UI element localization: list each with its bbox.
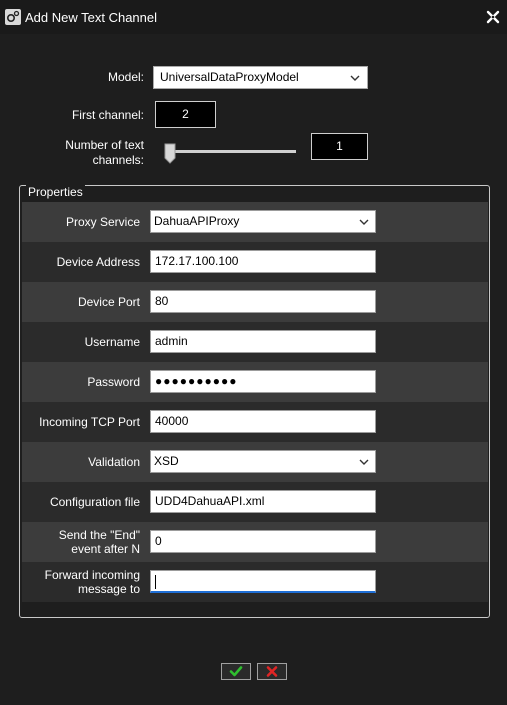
gear-icon	[5, 9, 21, 25]
title-bar: Add New Text Channel	[0, 0, 507, 34]
forward-incoming-label-line1: Forward incoming	[44, 568, 140, 582]
num-channels-label: Number of text channels:	[30, 138, 144, 168]
row-send-end-event: Send the "End" event after N 0	[22, 522, 488, 562]
send-end-event-label: Send the "End" event after N	[22, 522, 140, 562]
forward-incoming-label-line2: message to	[77, 582, 140, 596]
forward-incoming-input[interactable]	[150, 570, 376, 593]
validation-value: XSD	[154, 454, 179, 468]
row-configuration-file: Configuration file UDD4DahuaAPI.xml	[22, 482, 488, 522]
num-channels-label-line1: Number of text	[65, 138, 144, 152]
first-channel-label: First channel:	[71, 108, 144, 122]
window-title: Add New Text Channel	[25, 10, 158, 25]
configuration-file-input[interactable]: UDD4DahuaAPI.xml	[150, 490, 376, 513]
row-password: Password ●●●●●●●●●●	[22, 362, 488, 402]
num-channels-input[interactable]: 1	[311, 133, 368, 160]
device-port-label: Device Port	[77, 295, 140, 309]
password-label: Password	[87, 375, 140, 389]
password-input[interactable]: ●●●●●●●●●●	[150, 370, 376, 393]
device-address-label: Device Address	[56, 255, 140, 269]
validation-label: Validation	[88, 455, 140, 469]
ok-button[interactable]	[221, 663, 251, 680]
validation-select[interactable]: XSD	[150, 450, 376, 473]
text-caret	[155, 574, 156, 589]
row-incoming-tcp-port: Incoming TCP Port 40000	[22, 402, 488, 442]
chevron-down-icon	[359, 459, 369, 465]
chevron-down-icon	[350, 75, 360, 81]
incoming-tcp-port-input[interactable]: 40000	[150, 410, 376, 433]
configuration-file-label: Configuration file	[49, 495, 140, 509]
send-end-event-label-line1: Send the "End"	[58, 528, 140, 542]
row-device-port: Device Port 80	[22, 282, 488, 322]
chevron-down-icon	[359, 219, 369, 225]
row-validation: Validation XSD	[22, 442, 488, 482]
model-label: Model:	[107, 70, 144, 84]
proxy-service-label: Proxy Service	[65, 215, 140, 229]
model-select-value: UniversalDataProxyModel	[160, 70, 299, 84]
proxy-service-value: DahuaAPIProxy	[154, 214, 240, 228]
x-icon	[266, 666, 278, 677]
send-end-event-label-line2: event after N	[71, 542, 140, 556]
num-channels-slider-thumb[interactable]	[164, 143, 176, 164]
send-end-event-input[interactable]: 0	[150, 530, 376, 553]
device-port-input[interactable]: 80	[150, 290, 376, 313]
row-device-address: Device Address 172.17.100.100	[22, 242, 488, 282]
incoming-tcp-port-label: Incoming TCP Port	[39, 415, 140, 429]
row-proxy-service: Proxy Service DahuaAPIProxy	[22, 202, 488, 242]
row-username: Username admin	[22, 322, 488, 362]
model-select[interactable]: UniversalDataProxyModel	[153, 66, 368, 89]
username-label: Username	[84, 335, 140, 349]
num-channels-label-line2: channels:	[92, 153, 144, 167]
username-input[interactable]: admin	[150, 330, 376, 353]
first-channel-input[interactable]: 2	[155, 101, 216, 128]
checkmark-icon	[229, 666, 243, 677]
cancel-button[interactable]	[257, 663, 287, 680]
close-icon[interactable]	[485, 9, 501, 25]
forward-incoming-label: Forward incoming message to	[22, 562, 140, 602]
row-forward-incoming: Forward incoming message to	[22, 562, 488, 602]
num-channels-slider-track[interactable]	[170, 150, 296, 153]
properties-legend: Properties	[26, 185, 85, 199]
proxy-service-select[interactable]: DahuaAPIProxy	[150, 210, 376, 233]
device-address-input[interactable]: 172.17.100.100	[150, 250, 376, 273]
